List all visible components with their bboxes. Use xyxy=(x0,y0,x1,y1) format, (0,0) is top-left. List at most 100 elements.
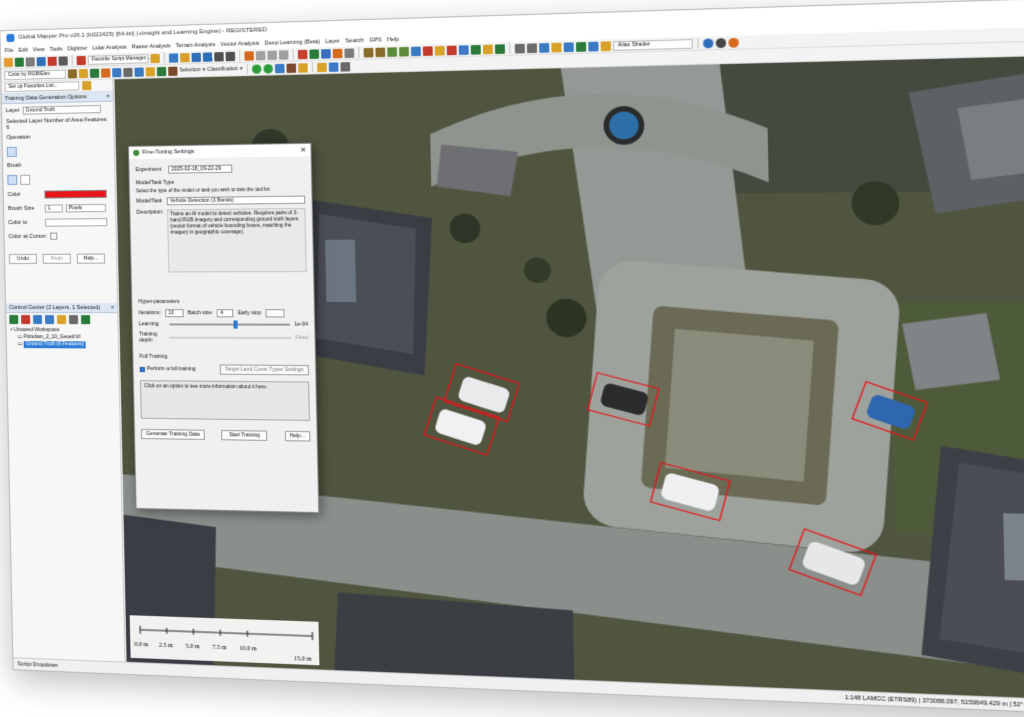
remove-layer-icon[interactable] xyxy=(21,314,31,324)
measure-icon[interactable] xyxy=(255,50,266,60)
layer-node-ground-truth[interactable]: ▭ Ground Truth (6 Features) xyxy=(11,341,114,349)
experiment-input[interactable]: 2025-02-18_09-22-29 xyxy=(168,164,233,174)
full-training-checkbox[interactable] xyxy=(139,366,145,372)
pencil-icon[interactable] xyxy=(244,50,254,61)
chevron-down-icon[interactable]: ▾ xyxy=(203,67,206,73)
fly-through-icon[interactable] xyxy=(275,63,285,73)
workspace-icon[interactable] xyxy=(25,56,35,67)
favorites-dropdown[interactable]: Set up Favorites List... xyxy=(4,81,80,93)
classify-icon[interactable] xyxy=(168,66,178,76)
panel-close-icon[interactable]: × xyxy=(106,92,109,101)
select-tool-icon[interactable] xyxy=(168,52,179,63)
path-profile-icon[interactable] xyxy=(332,48,343,58)
online-globe-icon[interactable] xyxy=(702,37,714,48)
generate-training-data-button[interactable]: Generate Training Data xyxy=(141,428,205,440)
terrain-analysis-1-icon[interactable] xyxy=(363,47,374,58)
deep-learning-icon[interactable] xyxy=(317,62,327,72)
redo-button[interactable]: Redo xyxy=(42,253,71,264)
iterations-input[interactable]: 10 xyxy=(165,309,184,318)
menu-raster-analysis[interactable]: Raster Analysis xyxy=(132,43,171,50)
layer-options-icon[interactable] xyxy=(56,314,67,324)
panel-close-icon[interactable]: × xyxy=(111,303,114,312)
menu-layer[interactable]: Layer xyxy=(325,38,340,45)
tree-icon[interactable] xyxy=(156,66,167,76)
view-3d-icon[interactable] xyxy=(514,43,525,53)
layer-up-icon[interactable] xyxy=(33,314,43,324)
fill-icon[interactable] xyxy=(145,66,156,77)
delete-icon[interactable] xyxy=(267,50,277,60)
sun-icon[interactable] xyxy=(728,37,739,48)
menu-edit[interactable]: Edit xyxy=(18,47,28,53)
selection-menu[interactable]: Selection xyxy=(179,67,200,74)
terrain-analysis-2-icon[interactable] xyxy=(375,47,386,57)
brightness-icon[interactable] xyxy=(78,68,89,78)
lidar-filter-icon[interactable] xyxy=(434,45,445,56)
terrain-analysis-3-icon[interactable] xyxy=(387,46,398,57)
train-icon[interactable] xyxy=(340,61,351,72)
filter-icon[interactable] xyxy=(112,67,122,77)
slider-thumb[interactable] xyxy=(233,320,238,329)
info-icon[interactable] xyxy=(321,48,331,59)
layers-icon[interactable] xyxy=(36,56,46,66)
warning-icon[interactable] xyxy=(101,67,111,78)
add-layer-icon[interactable] xyxy=(9,314,19,324)
menu-search[interactable]: Search xyxy=(345,37,364,44)
lidar-profile-icon[interactable] xyxy=(470,44,481,55)
view-shed-icon[interactable] xyxy=(344,47,355,58)
shader-dropdown[interactable]: Atlas Shader xyxy=(612,38,693,51)
tilt-icon[interactable] xyxy=(298,62,308,73)
lidar-edit-icon[interactable] xyxy=(446,45,457,55)
lidar-draw-icon[interactable] xyxy=(89,68,100,78)
copy-icon[interactable] xyxy=(278,49,289,60)
early-stop-input[interactable] xyxy=(265,309,285,318)
start-training-button[interactable]: Start Training xyxy=(221,429,268,441)
menu-view[interactable]: View xyxy=(33,46,45,52)
overlay-icon[interactable] xyxy=(58,55,68,66)
menu-deep-learning[interactable]: Deep Learning (Beta) xyxy=(265,39,321,47)
layer-metadata-icon[interactable] xyxy=(80,314,91,324)
undo-button[interactable]: Undo xyxy=(8,253,37,265)
elevation-icon[interactable] xyxy=(539,42,550,53)
lidar-analysis-icon[interactable] xyxy=(410,46,421,56)
play-forward-icon[interactable] xyxy=(263,63,274,74)
color-by-dropdown[interactable]: Color by RGB/Elev xyxy=(4,69,67,80)
layer-down-icon[interactable] xyxy=(44,314,55,324)
detect-icon[interactable] xyxy=(328,61,339,72)
brush-paint-icon[interactable] xyxy=(7,174,18,186)
hillshade-icon[interactable] xyxy=(575,41,587,52)
color-to-select[interactable] xyxy=(44,218,108,227)
layer-zoom-icon[interactable] xyxy=(68,314,79,324)
tools-icon[interactable] xyxy=(47,56,57,66)
chevron-down-icon[interactable]: ▾ xyxy=(240,66,243,72)
menu-file[interactable]: File xyxy=(5,47,14,53)
dialog-close-icon[interactable]: ✕ xyxy=(300,146,306,154)
terrain-analysis-4-icon[interactable] xyxy=(399,46,409,57)
favorite-script-dropdown[interactable]: Favorite Script Manager... xyxy=(87,53,150,65)
home-icon[interactable] xyxy=(225,51,236,61)
training-depth-slider[interactable] xyxy=(169,335,292,342)
back-arrow-icon[interactable] xyxy=(214,51,224,62)
pan-hand-icon[interactable] xyxy=(180,52,190,62)
contour-icon[interactable] xyxy=(563,41,574,52)
menu-terrain-analysis[interactable]: Terrain Analysis xyxy=(176,42,216,49)
menu-help[interactable]: Help xyxy=(387,36,399,43)
learning-rate-slider[interactable] xyxy=(169,320,291,329)
layer-select[interactable]: Ground Truth xyxy=(22,104,101,115)
lidar-class-icon[interactable] xyxy=(422,45,433,56)
menu-gps[interactable]: GPS xyxy=(369,37,382,44)
menu-lidar-analysis[interactable]: Lidar Analysis xyxy=(92,44,126,51)
draw-operation-icon[interactable] xyxy=(6,146,17,158)
lidar-tree-icon[interactable] xyxy=(482,44,493,54)
atlas-shader-icon[interactable] xyxy=(600,40,611,51)
scissors-icon[interactable] xyxy=(123,67,133,77)
model-task-select[interactable]: Vehicle Detection (3 Bands) xyxy=(166,195,306,206)
settings-gear-icon[interactable] xyxy=(715,37,727,48)
palette-icon[interactable] xyxy=(67,68,78,79)
globe-data-icon[interactable] xyxy=(14,57,24,67)
grid-icon[interactable] xyxy=(526,42,538,53)
color-swatch[interactable] xyxy=(44,189,107,199)
lidar-grid-icon[interactable] xyxy=(458,44,469,55)
run-script-icon[interactable] xyxy=(150,53,160,63)
open-folder-icon[interactable] xyxy=(3,57,13,67)
lidar-building-icon[interactable] xyxy=(494,43,505,54)
